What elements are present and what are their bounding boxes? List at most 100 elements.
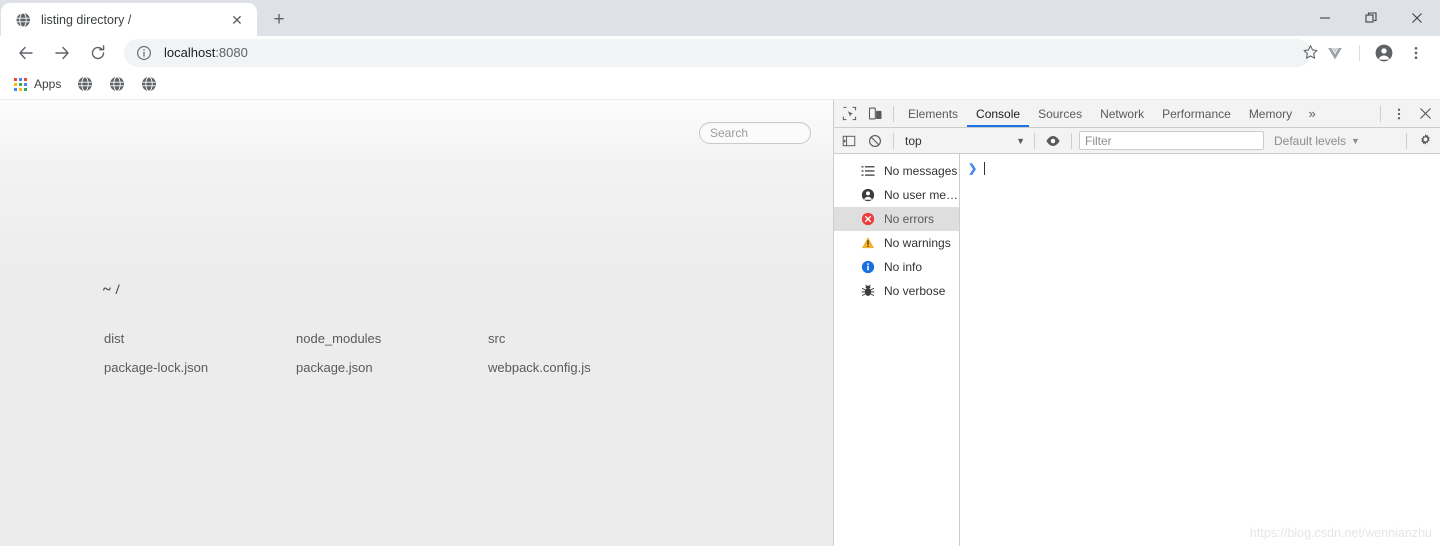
gear-icon[interactable] — [1412, 129, 1438, 153]
close-icon[interactable] — [1394, 2, 1440, 34]
directory-listing: dist node_modules src package-lock.json … — [0, 324, 833, 382]
new-tab-button[interactable]: + — [265, 5, 293, 33]
star-icon[interactable] — [1298, 40, 1322, 64]
console-sidebar: No messages No user me… No errors No war… — [834, 154, 960, 546]
sidebar-item-label: No warnings — [884, 236, 951, 250]
directory-entry-link[interactable]: src — [488, 331, 505, 346]
bookmark-item-1[interactable] — [71, 72, 99, 96]
back-arrow-icon[interactable] — [12, 39, 40, 67]
bookmark-apps-label: Apps — [34, 77, 62, 91]
console-filter-input[interactable] — [1079, 131, 1264, 150]
text-caret — [984, 161, 986, 175]
kebab-menu-icon[interactable] — [1402, 39, 1430, 67]
execution-context-dropdown[interactable]: top ▼ — [899, 131, 1029, 151]
directory-row: package-lock.json package.json webpack.c… — [104, 353, 833, 382]
devtools-tabbar: Elements Console Sources Network Perform… — [834, 100, 1440, 128]
url-host: localhost — [164, 45, 216, 60]
directory-entry[interactable]: dist — [104, 331, 296, 346]
inspect-element-icon[interactable] — [836, 102, 862, 126]
bookmark-item-2[interactable] — [103, 72, 131, 96]
sidebar-item-label: No errors — [884, 212, 935, 226]
directory-entry[interactable]: package-lock.json — [104, 360, 296, 375]
console-output[interactable]: ❯ https://blog.csdn.net/wennianzhu — [960, 154, 1440, 546]
tab-title: listing directory / — [41, 12, 132, 27]
browser-window: listing directory / ✕ + localhost:8080 A… — [0, 0, 1440, 546]
device-toolbar-icon[interactable] — [862, 102, 888, 126]
kebab-menu-icon[interactable] — [1386, 102, 1412, 126]
bookmark-apps-button[interactable]: Apps — [6, 72, 69, 96]
forward-arrow-icon[interactable] — [48, 39, 76, 67]
directory-entry-link[interactable]: package.json — [296, 360, 373, 375]
sidebar-item-label: No messages — [884, 164, 958, 178]
info-icon — [860, 259, 876, 275]
log-levels-dropdown[interactable]: Default levels ▼ — [1268, 131, 1366, 151]
list-icon — [860, 163, 876, 179]
page-content: ~ / dist node_modules src package-lock.j… — [0, 100, 833, 546]
search-input[interactable] — [699, 122, 811, 144]
execution-context-label: top — [905, 133, 922, 148]
tab-close-icon[interactable]: ✕ — [227, 10, 247, 30]
directory-entry[interactable]: node_modules — [296, 331, 488, 346]
filterbar-divider-2 — [1034, 132, 1035, 149]
sidebar-item-messages[interactable]: No messages — [834, 159, 959, 183]
sidebar-item-warnings[interactable]: No warnings — [834, 231, 959, 255]
console-sidebar-toggle-icon[interactable] — [836, 129, 862, 153]
warning-icon — [860, 235, 876, 251]
directory-entry[interactable]: package.json — [296, 360, 488, 375]
directory-entry-link[interactable]: package-lock.json — [104, 360, 208, 375]
clear-console-icon[interactable] — [862, 129, 888, 153]
reload-icon[interactable] — [84, 39, 112, 67]
titlebar: listing directory / ✕ + — [0, 0, 1440, 36]
sidebar-item-verbose[interactable]: No verbose — [834, 279, 959, 303]
directory-entry-link[interactable]: node_modules — [296, 331, 381, 346]
console-prompt[interactable]: ❯ — [960, 158, 1440, 178]
page-title: ~ / — [103, 282, 121, 298]
sidebar-item-label: No info — [884, 260, 923, 274]
tab-network[interactable]: Network — [1091, 100, 1153, 127]
tab-elements[interactable]: Elements — [899, 100, 967, 127]
directory-entry[interactable]: webpack.config.js — [488, 360, 680, 375]
chevron-down-icon: ▼ — [1016, 135, 1025, 146]
address-bar[interactable]: localhost:8080 — [124, 38, 1311, 67]
directory-entry-link[interactable]: webpack.config.js — [488, 360, 591, 375]
window-controls — [1302, 0, 1440, 36]
search-container — [0, 122, 833, 144]
tab-sources[interactable]: Sources — [1029, 100, 1091, 127]
profile-avatar-icon[interactable] — [1370, 39, 1398, 67]
filterbar-divider-4 — [1406, 132, 1407, 149]
sidebar-item-errors[interactable]: No errors — [834, 207, 959, 231]
devtools-panel: Elements Console Sources Network Perform… — [833, 100, 1440, 546]
sidebar-item-info[interactable]: No info — [834, 255, 959, 279]
vue-devtools-icon[interactable] — [1321, 39, 1349, 67]
directory-entry-link[interactable]: dist — [104, 331, 124, 346]
filterbar-actions — [1401, 129, 1438, 153]
user-icon — [860, 187, 876, 203]
chevron-double-right-icon[interactable]: » — [1301, 102, 1323, 126]
tab-memory[interactable]: Memory — [1240, 100, 1301, 127]
devtools-tabbar-divider — [893, 105, 894, 122]
close-icon[interactable] — [1412, 102, 1438, 126]
console-filterbar: top ▼ Default levels ▼ — [834, 128, 1440, 154]
filterbar-divider-1 — [893, 132, 894, 149]
sidebar-item-label: No verbose — [884, 284, 946, 298]
browser-tab[interactable]: listing directory / ✕ — [1, 3, 257, 36]
tab-performance[interactable]: Performance — [1153, 100, 1240, 127]
directory-entry[interactable]: src — [488, 331, 680, 346]
toolbar-divider — [1359, 44, 1360, 61]
devtools-tabbar-actions — [1375, 102, 1438, 126]
bookmark-item-3[interactable] — [135, 72, 163, 96]
minimize-icon[interactable] — [1302, 2, 1348, 34]
sidebar-item-user-messages[interactable]: No user me… — [834, 183, 959, 207]
console-body: No messages No user me… No errors No war… — [834, 154, 1440, 546]
tab-console[interactable]: Console — [967, 100, 1029, 127]
globe-icon — [15, 12, 31, 28]
info-circle-icon[interactable] — [136, 45, 152, 61]
address-bar-text: localhost:8080 — [164, 45, 248, 60]
eye-icon[interactable] — [1040, 129, 1066, 153]
apps-grid-icon — [14, 77, 27, 91]
browser-toolbar: localhost:8080 — [0, 36, 1440, 69]
extension-icons — [1319, 39, 1432, 67]
error-icon — [860, 211, 876, 227]
chevron-down-icon: ▼ — [1351, 135, 1360, 146]
restore-icon[interactable] — [1348, 2, 1394, 34]
